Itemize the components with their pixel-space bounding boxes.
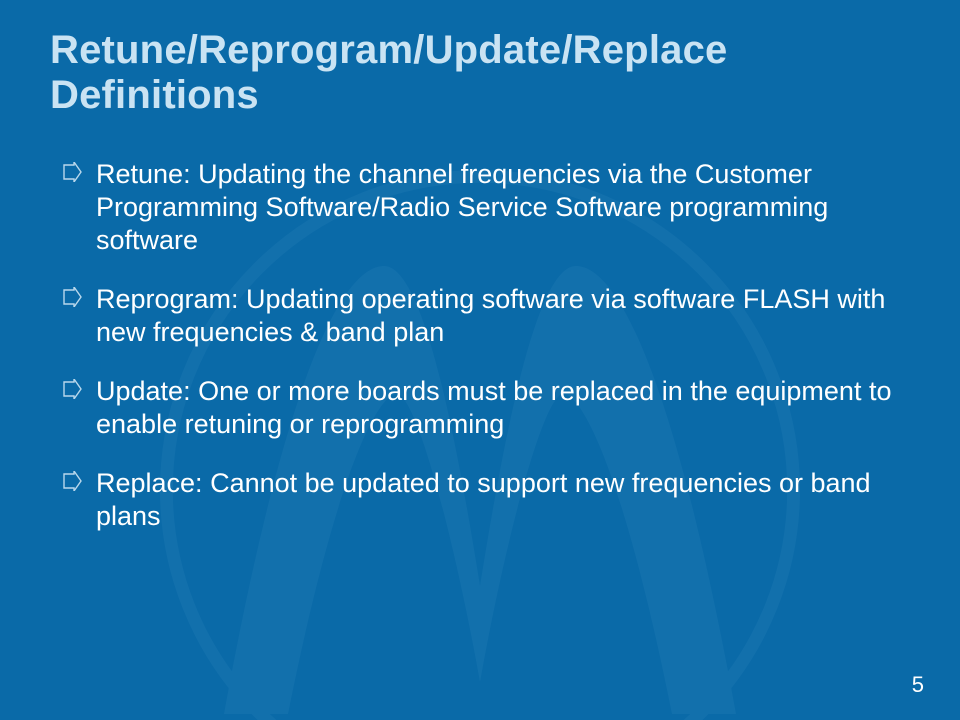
- slide: Retune/Reprogram/Update/Replace Definiti…: [0, 0, 960, 720]
- list-item: Reprogram: Updating operating software v…: [62, 283, 910, 349]
- list-item: Update: One or more boards must be repla…: [62, 375, 910, 441]
- arrow-bullet-icon: [62, 379, 82, 399]
- bullet-list: Retune: Updating the channel frequencies…: [62, 158, 910, 558]
- list-item: Replace: Cannot be updated to support ne…: [62, 467, 910, 533]
- arrow-bullet-icon: [62, 162, 82, 182]
- list-item-text: Replace: Cannot be updated to support ne…: [96, 468, 871, 531]
- slide-title: Retune/Reprogram/Update/Replace Definiti…: [50, 28, 920, 118]
- list-item-text: Update: One or more boards must be repla…: [96, 376, 891, 439]
- page-number: 5: [912, 672, 924, 698]
- list-item: Retune: Updating the channel frequencies…: [62, 158, 910, 257]
- list-item-text: Retune: Updating the channel frequencies…: [96, 159, 828, 255]
- arrow-bullet-icon: [62, 471, 82, 491]
- arrow-bullet-icon: [62, 287, 82, 307]
- list-item-text: Reprogram: Updating operating software v…: [96, 284, 885, 347]
